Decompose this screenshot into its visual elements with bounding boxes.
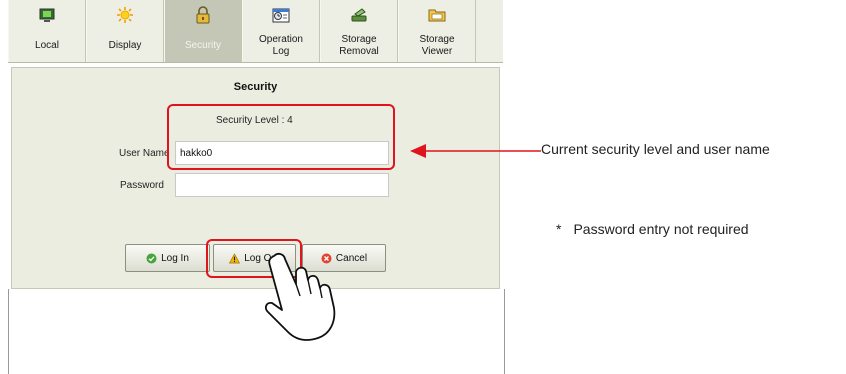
tab-label: Local bbox=[35, 40, 59, 51]
clock-log-icon bbox=[271, 6, 291, 24]
monitor-icon bbox=[37, 6, 57, 24]
login-button[interactable]: Log In bbox=[125, 244, 210, 272]
tab-display[interactable]: Display bbox=[86, 0, 164, 62]
tab-security[interactable]: Security bbox=[164, 0, 242, 62]
tab-local[interactable]: Local bbox=[8, 0, 86, 62]
annotation-star: * bbox=[556, 221, 562, 237]
hand-pointer-icon bbox=[265, 252, 336, 341]
sun-icon bbox=[115, 6, 135, 24]
tab-label-line2: Viewer bbox=[421, 46, 453, 57]
dialog-title: Security bbox=[233, 81, 278, 93]
tab-label-line1: Storage bbox=[341, 34, 377, 45]
padlock-icon bbox=[193, 6, 213, 24]
check-circle-icon bbox=[146, 253, 157, 264]
eject-card-icon bbox=[349, 6, 369, 24]
user-name-label: User Name bbox=[119, 148, 170, 159]
password-field[interactable] bbox=[175, 173, 389, 197]
tab-label-line2: Removal bbox=[339, 46, 379, 57]
tab-label-line1: Storage bbox=[419, 34, 455, 45]
login-label: Log In bbox=[161, 252, 189, 264]
annotation-current-info: Current security level and user name bbox=[541, 141, 770, 157]
arrow-icon bbox=[410, 144, 541, 158]
highlight-level-user bbox=[167, 104, 395, 170]
tab-operation-log[interactable]: Operation Log bbox=[242, 0, 320, 62]
annotation-note: * Password entry not required bbox=[556, 221, 749, 237]
tab-label: Security bbox=[184, 40, 222, 51]
tab-label: Display bbox=[108, 40, 142, 51]
tab-label-line2: Log bbox=[272, 46, 290, 57]
tab-bar: Local Display Security Operation Log Sto… bbox=[8, 0, 503, 63]
tab-storage-removal[interactable]: Storage Removal bbox=[320, 0, 398, 62]
tab-storage-viewer[interactable]: Storage Viewer bbox=[398, 0, 476, 62]
tab-label-line1: Operation bbox=[259, 34, 303, 45]
folder-icon bbox=[427, 6, 447, 24]
annotation-note-text: Password entry not required bbox=[573, 221, 749, 237]
password-label: Password bbox=[120, 180, 164, 191]
